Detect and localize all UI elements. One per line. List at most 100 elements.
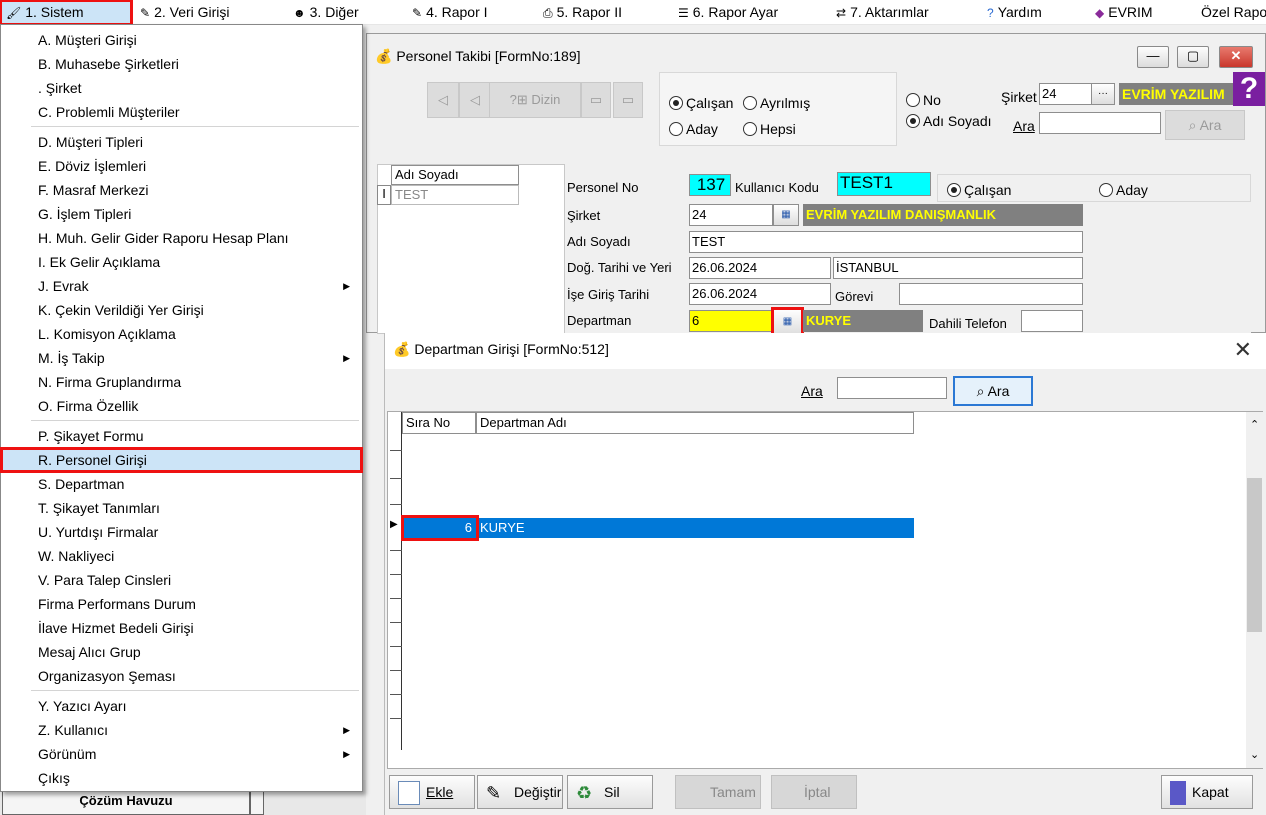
col-sira-no[interactable]: Sıra No — [402, 412, 476, 434]
radio-calisan[interactable]: Çalışan — [669, 95, 733, 111]
form-sirket-input[interactable]: 24 — [689, 204, 773, 226]
menu-item-para-talep-cinsleri[interactable]: V. Para Talep Cinsleri — [1, 568, 362, 592]
menu-item-departman[interactable]: S. Departman — [1, 472, 362, 496]
menu-item-cek-verildigi-yer[interactable]: K. Çekin Verildiği Yer Girişi — [1, 298, 362, 322]
nav-prev-button[interactable]: ◁ — [459, 82, 491, 118]
help-icon: ? — [987, 6, 994, 20]
menu-item-evrak[interactable]: J. Evrak ▶ — [1, 274, 362, 298]
menu-item-mesaj-alici-grup[interactable]: Mesaj Alıcı Grup — [1, 640, 362, 664]
degistir-button[interactable]: ✎ Değiştir — [477, 775, 563, 809]
dogum-yeri-input[interactable]: İSTANBUL — [833, 257, 1083, 279]
personel-no-field[interactable]: 137 — [689, 174, 731, 196]
menu-item-gelir-gider-hesap-plani[interactable]: H. Muh. Gelir Gider Raporu Hesap Planı — [1, 226, 362, 250]
menu-item-firma-ozellik[interactable]: O. Firma Özellik — [1, 394, 362, 418]
menu-item-ek-gelir-aciklama[interactable]: I. Ek Gelir Açıklama — [1, 250, 362, 274]
close-button[interactable]: ✕ — [1219, 46, 1253, 68]
radio-hepsi[interactable]: Hepsi — [743, 121, 796, 137]
menu-sistem[interactable]: 🖌 1. Sistem — [0, 0, 133, 26]
menu-rapor-ayar[interactable]: ☰ 6. Rapor Ayar — [678, 0, 778, 25]
nav-first-button[interactable]: ◁ — [427, 82, 459, 118]
dept-ara-input[interactable] — [837, 377, 947, 399]
ara-input[interactable] — [1039, 112, 1161, 134]
menu-ozel-rapor[interactable]: Özel Rapor — [1201, 0, 1266, 25]
menu-item-yurtdisi-firmalar[interactable]: U. Yurtdışı Firmalar — [1, 520, 362, 544]
row-departman-adi[interactable]: KURYE — [480, 518, 525, 538]
menu-aktarimlar[interactable]: ⇄ 7. Aktarımlar — [836, 0, 929, 25]
iptal-button[interactable]: İptal — [771, 775, 857, 809]
maximize-button[interactable]: ▢ — [1177, 46, 1209, 68]
departman-input[interactable]: 6 — [689, 310, 773, 332]
menu-item-personel-girisi[interactable]: R. Personel Girişi — [0, 447, 363, 473]
grid-indicator-column: ▶ — [388, 412, 402, 750]
menu-item-organizasyon-semasi[interactable]: Organizasyon Şeması — [1, 664, 362, 688]
menu-item-muhasebe-sirketleri[interactable]: B. Muhasebe Şirketleri — [1, 52, 362, 76]
tamam-button[interactable]: Tamam — [675, 775, 761, 809]
menu-veri-girisi[interactable]: ✎ 2. Veri Girişi — [140, 0, 230, 25]
cozum-havuzu-tab[interactable]: Çözüm Havuzu — [2, 790, 250, 815]
menu-item-nakliyeci[interactable]: W. Nakliyeci — [1, 544, 362, 568]
menu-item-cikis[interactable]: Çıkış — [1, 766, 362, 790]
scroll-down-icon[interactable]: ⌄ — [1250, 748, 1259, 761]
menu-item-doviz-islemleri[interactable]: E. Döviz İşlemleri — [1, 154, 362, 178]
menu-item-kullanici[interactable]: Z. Kullanıcı ▶ — [1, 718, 362, 742]
menu-yardim[interactable]: ? Yardım — [987, 0, 1042, 25]
scroll-up-icon[interactable]: ⌃ — [1250, 418, 1259, 431]
menu-item-firma-gruplandirma[interactable]: N. Firma Gruplandırma — [1, 370, 362, 394]
menu-item-masraf-merkezi[interactable]: F. Masraf Merkezi — [1, 178, 362, 202]
radio-form-calisan[interactable]: Çalışan — [947, 182, 1011, 198]
scrollbar-thumb[interactable] — [1247, 478, 1262, 632]
menu-item-yazici-ayari[interactable]: Y. Yazıcı Ayarı — [1, 694, 362, 718]
menu-item-sikayet-tanimlari[interactable]: T. Şikayet Tanımları — [1, 496, 362, 520]
dizin-button[interactable]: ?⊞ Dizin — [489, 82, 581, 118]
save-tool-button[interactable]: ▭ — [581, 82, 611, 118]
dialog-close-icon[interactable]: ✕ — [1234, 337, 1252, 363]
radio-aday[interactable]: Aday — [669, 121, 718, 137]
gorevi-input[interactable] — [899, 283, 1083, 305]
dept-ara-label: Ara — [801, 383, 823, 399]
kullanici-kodu-field[interactable]: TEST1 — [837, 172, 931, 196]
radio-search-adi-soyadi[interactable]: Adı Soyadı — [906, 113, 992, 129]
open-tool-button[interactable]: ▭ — [613, 82, 643, 118]
dahili-telefon-input[interactable] — [1021, 310, 1083, 332]
folder-icon: ▭ — [589, 92, 603, 107]
menu-diger[interactable]: ☻ 3. Diğer — [293, 0, 359, 25]
ekle-button[interactable]: Ekle — [389, 775, 475, 809]
dahili-telefon-label: Dahili Telefon — [929, 316, 1007, 331]
menu-item-komisyon-aciklama[interactable]: L. Komisyon Açıklama — [1, 322, 362, 346]
menu-item-is-takip[interactable]: M. İş Takip ▶ — [1, 346, 362, 370]
menu-item-islem-tipleri[interactable]: G. İşlem Tipleri — [1, 202, 362, 226]
menu-rapor-1[interactable]: ✎ 4. Rapor I — [412, 0, 488, 25]
menu-item-musteri-tipleri[interactable]: D. Müşteri Tipleri — [1, 130, 362, 154]
minimize-button[interactable]: — — [1137, 46, 1169, 68]
radio-form-aday[interactable]: Aday — [1099, 182, 1148, 198]
adi-soyadi-input[interactable]: TEST — [689, 231, 1083, 253]
col-departman-adi[interactable]: Departman Adı — [476, 412, 914, 434]
radio-ayrilmis[interactable]: Ayrılmış — [743, 95, 810, 111]
grid-row-test[interactable]: TEST — [391, 185, 519, 205]
form-sirket-browse-button[interactable]: ▦ — [773, 204, 799, 226]
kapat-button[interactable]: Kapat — [1161, 775, 1253, 809]
menu-evrim[interactable]: ◆ EVRIM — [1095, 0, 1153, 25]
ara-button[interactable]: ⌕ Ara — [1165, 110, 1245, 140]
radio-dot — [669, 122, 683, 136]
departman-browse-button[interactable]: ▦ — [771, 307, 804, 337]
menu-item-musteri-girisi[interactable]: A. Müşteri Girişi — [1, 28, 362, 52]
menu-item-sikayet-formu[interactable]: P. Şikayet Formu — [1, 424, 362, 448]
sirket-browse-button[interactable]: ··· — [1091, 83, 1115, 105]
ise-giris-input[interactable]: 26.06.2024 — [689, 283, 831, 305]
dept-ara-button[interactable]: ⌕ Ara — [953, 376, 1033, 406]
grid-scrollbar[interactable]: ⌃ ⌄ — [1246, 412, 1263, 768]
radio-search-no[interactable]: No — [906, 92, 941, 108]
menu-item-firma-performans[interactable]: Firma Performans Durum — [1, 592, 362, 616]
dogum-tarihi-input[interactable]: 26.06.2024 — [689, 257, 831, 279]
table-row[interactable] — [402, 518, 914, 538]
sil-button[interactable]: ♻ Sil — [567, 775, 653, 809]
status-filter-group: Çalışan Ayrılmış Aday Hepsi — [659, 72, 897, 146]
menu-item-problemli-musteriler[interactable]: C. Problemli Müşteriler — [1, 100, 362, 124]
menu-rapor-2[interactable]: ⎙ 5. Rapor II — [543, 0, 622, 25]
help-question-icon[interactable]: ? — [1233, 72, 1265, 106]
menu-item-gorunum[interactable]: Görünüm ▶ — [1, 742, 362, 766]
row-sira-no[interactable]: 6 — [401, 515, 479, 541]
menu-item-sirket[interactable]: . Şirket — [1, 76, 362, 100]
menu-item-ilave-hizmet-bedeli[interactable]: İlave Hizmet Bedeli Girişi — [1, 616, 362, 640]
